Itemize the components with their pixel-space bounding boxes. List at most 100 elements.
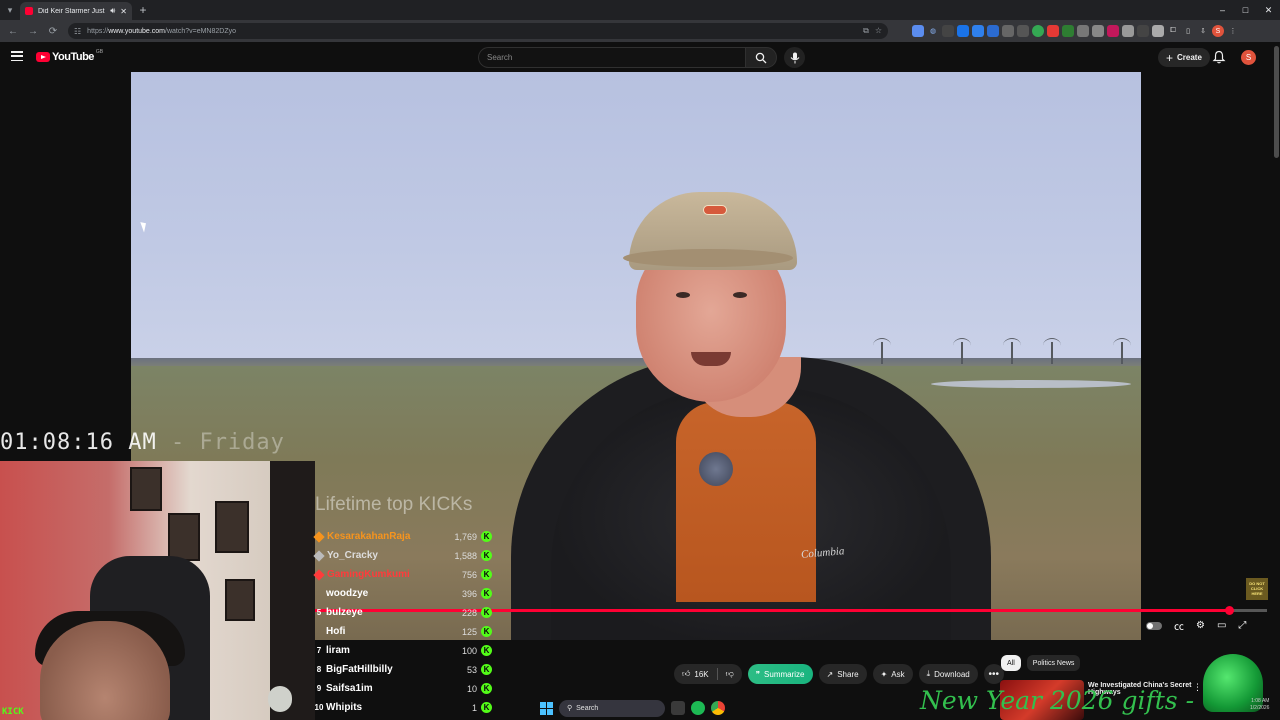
kick-badge-icon: K (481, 607, 492, 618)
search-icon (755, 52, 767, 63)
extension-icon[interactable] (1077, 25, 1089, 37)
minimize-button[interactable]: – (1211, 0, 1234, 20)
leaderboard-username: Hofi (326, 626, 346, 637)
fullscreen-icon[interactable]: ⤢ (1238, 620, 1246, 631)
create-button[interactable]: + Create (1158, 48, 1210, 67)
leaderboard-username: Whipits (326, 702, 363, 713)
video-scrubber-handle[interactable] (1224, 606, 1234, 615)
side-panel-icon[interactable]: ▯ (1182, 25, 1194, 37)
leaderboard-count: 1 (471, 702, 477, 713)
like-button[interactable]: 👍︎ 16K (674, 664, 717, 684)
video-presenter: Columbia (511, 187, 991, 640)
page-scrollbar[interactable] (1273, 42, 1280, 720)
extension-icon[interactable] (912, 25, 924, 37)
kicks-leaderboard-title: Lifetime top KICKs (315, 494, 473, 515)
address-bar[interactable]: ☷ https://www.youtube.com/watch?v=eMN82D… (68, 23, 888, 39)
chip-politics-news[interactable]: Politics News (1026, 655, 1081, 671)
share-button[interactable]: ↗ Share (818, 664, 867, 684)
extension-icon[interactable] (1092, 25, 1104, 37)
browser-toolbar: ← → ⟳ ☷ https://www.youtube.com/watch?v=… (0, 20, 1280, 42)
browser-profile-avatar[interactable]: S (1212, 25, 1224, 37)
search-button[interactable] (745, 47, 777, 68)
downloads-icon[interactable]: ⇩ (1197, 25, 1209, 37)
back-button[interactable]: ← (4, 22, 22, 40)
extension-icon[interactable] (1122, 25, 1134, 37)
recommended-more-icon[interactable]: ⋮ (1193, 682, 1202, 693)
extension-icon[interactable] (942, 25, 954, 37)
leaderboard-count: 396 (461, 588, 477, 599)
extension-icon[interactable] (1017, 25, 1029, 37)
audio-playing-icon[interactable]: 🔊︎ (110, 6, 115, 16)
settings-gear-icon[interactable]: ⚙ (1196, 620, 1205, 631)
search-icon: ⚲ (567, 705, 573, 712)
extension-icon[interactable] (1032, 25, 1044, 37)
new-year-banner: New Year 2026 gifts - (920, 686, 1195, 715)
extension-icon[interactable] (1137, 25, 1149, 37)
tab-title: Did Keir Starmer Just Comm (38, 7, 105, 15)
forward-button[interactable]: → (24, 22, 42, 40)
voice-search-button[interactable] (784, 47, 805, 68)
kick-badge-icon: K (481, 645, 492, 656)
kicks-leaderboard: KesarakahanRaja 1,769 K Yo_Cracky 1,588 K Gami… (312, 527, 492, 717)
kick-logo: KICK (2, 707, 24, 717)
windows-start-icon[interactable] (540, 701, 553, 715)
taskbar-search[interactable]: ⚲ Search (559, 699, 665, 717)
leaderboard-rank: 8 (316, 665, 322, 674)
kick-badge-icon: K (481, 569, 492, 580)
extension-icon[interactable] (1107, 25, 1119, 37)
sparkle-icon: ✦ (880, 669, 888, 679)
leaderboard-count: 100 (461, 645, 477, 656)
browser-menu-icon[interactable]: ⋮ (1227, 25, 1239, 37)
rank-diamond-icon (313, 568, 325, 581)
leaderboard-row: 8 BigFatHillbilly 53 K (312, 660, 492, 679)
ask-button[interactable]: ✦ Ask (872, 664, 913, 684)
extension-icon[interactable] (957, 25, 969, 37)
windows-taskbar: ⚲ Search (540, 697, 725, 719)
extension-icon[interactable] (987, 25, 999, 37)
task-view-icon[interactable] (671, 701, 685, 715)
extension-icon[interactable] (972, 25, 984, 37)
tab-search-icon[interactable]: ▾ (0, 0, 20, 20)
autoplay-toggle[interactable] (1146, 621, 1162, 630)
lapel-microphone (699, 452, 733, 486)
window-controls: – □ ✕ (1211, 0, 1280, 20)
extension-icon[interactable] (1047, 25, 1059, 37)
tab-close-icon[interactable]: ✕ (120, 7, 127, 16)
chrome-icon[interactable] (711, 701, 725, 715)
extensions-puzzle-icon[interactable]: ⧠ (1167, 25, 1179, 37)
close-window-button[interactable]: ✕ (1257, 0, 1280, 20)
streamer-webcam (0, 461, 315, 720)
notifications-bell-icon[interactable] (1212, 50, 1226, 64)
chip-all[interactable]: All (1001, 655, 1021, 671)
download-button[interactable]: ⤓ Download (918, 664, 978, 684)
leaderboard-count: 228 (461, 607, 477, 618)
leaderboard-rank: 5 (316, 608, 322, 617)
system-clock[interactable]: 1:08 AM 1/2/2026 (1250, 698, 1269, 712)
extension-icon[interactable] (1062, 25, 1074, 37)
guide-menu-icon[interactable] (11, 51, 23, 61)
new-tab-button[interactable]: + (132, 0, 154, 20)
kick-badge-icon: K (481, 702, 492, 713)
extension-icon[interactable] (1152, 25, 1164, 37)
search-input[interactable] (487, 53, 746, 62)
youtube-logo[interactable]: YouTube GB (36, 49, 103, 63)
leaderboard-row: Yo_Cracky 1,588 K (312, 546, 492, 565)
browser-tab-youtube[interactable]: Did Keir Starmer Just Comm 🔊︎ ✕ (20, 2, 132, 20)
browser-tabstrip: ▾ Did Keir Starmer Just Comm 🔊︎ ✕ + – □ … (0, 0, 1280, 20)
theater-mode-icon[interactable]: ▭ (1217, 620, 1226, 631)
site-info-icon[interactable]: ☷ (74, 27, 81, 36)
reload-button[interactable]: ⟳ (44, 22, 62, 40)
microphone-icon (790, 52, 799, 63)
extension-icon[interactable] (1002, 25, 1014, 37)
bookmark-star-icon[interactable]: ☆ (875, 26, 882, 36)
install-app-icon[interactable]: ⧉ (863, 26, 869, 36)
maximize-button[interactable]: □ (1234, 0, 1257, 20)
subtitles-cc-icon[interactable]: ㏄ (1174, 618, 1184, 633)
account-avatar[interactable]: S (1241, 50, 1256, 65)
extensions-row: ◍ ⧠ ▯ ⇩ S ⋮ (912, 25, 1239, 37)
dislike-button[interactable]: 👎︎ (718, 664, 742, 684)
spotify-icon[interactable] (691, 701, 705, 715)
scrollbar-thumb[interactable] (1274, 46, 1279, 158)
summarize-button[interactable]: ❞ Summarize (747, 664, 813, 684)
extension-icon[interactable]: ◍ (927, 25, 939, 37)
